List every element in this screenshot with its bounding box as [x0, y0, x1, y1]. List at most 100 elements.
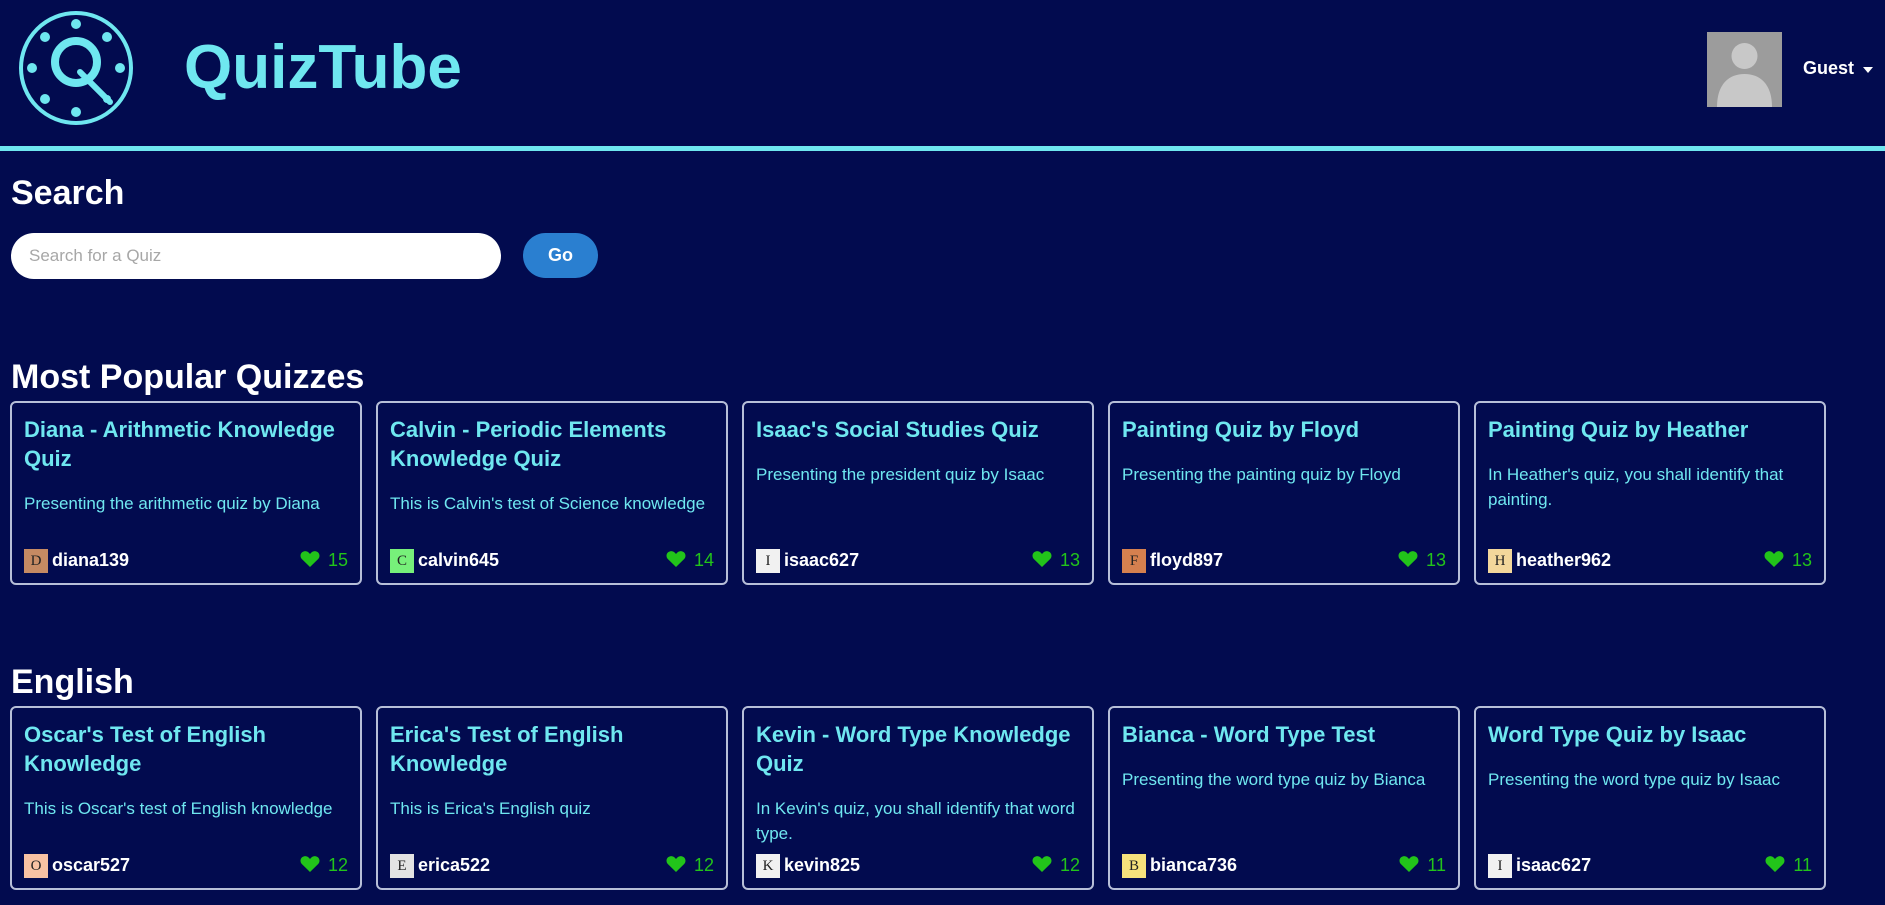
like-count[interactable]: 13	[1764, 550, 1812, 573]
quiz-card-footer: Iisaac627 13	[756, 547, 1080, 573]
quiz-card-title[interactable]: Oscar's Test of English Knowledge	[24, 720, 354, 778]
quiz-card-title[interactable]: Painting Quiz by Floyd	[1122, 415, 1452, 444]
search-title: Search	[11, 174, 125, 212]
like-count[interactable]: 13	[1398, 550, 1446, 573]
user-menu-label[interactable]: Guest	[1803, 58, 1854, 79]
quiz-card-footer: Eerica522 12	[390, 852, 714, 878]
author-avatar[interactable]: C	[390, 549, 414, 573]
quiz-card-footer: Bbianca736 11	[1122, 852, 1446, 878]
author-name[interactable]: diana139	[52, 550, 129, 571]
heart-icon[interactable]	[1764, 550, 1784, 573]
card-row-most-popular: Diana - Arithmetic Knowledge Quiz Present…	[10, 401, 1880, 586]
author-name[interactable]: bianca736	[1150, 855, 1237, 876]
author-name[interactable]: floyd897	[1150, 550, 1223, 571]
quiz-card-description: Presenting the word type quiz by Isaac	[1488, 770, 1780, 789]
quiz-card[interactable]: Kevin - Word Type Knowledge Quiz In Kevin…	[742, 706, 1094, 890]
quiz-card-footer: Ccalvin645 14	[390, 547, 714, 573]
brand-name[interactable]: QuizTube	[184, 32, 462, 103]
like-count[interactable]: 13	[1032, 550, 1080, 573]
quiz-card-description: Presenting the president quiz by Isaac	[756, 465, 1045, 484]
like-count[interactable]: 12	[300, 855, 348, 878]
caret-down-icon[interactable]	[1863, 67, 1873, 73]
heart-icon[interactable]	[300, 855, 320, 878]
quiz-card[interactable]: Isaac's Social Studies Quiz Presenting th…	[742, 401, 1094, 585]
author-avatar[interactable]: F	[1122, 549, 1146, 573]
like-count-value: 11	[1793, 855, 1812, 875]
quiz-card-description: Presenting the painting quiz by Floyd	[1122, 465, 1401, 484]
author-name[interactable]: heather962	[1516, 550, 1611, 571]
author-avatar[interactable]: I	[1488, 854, 1512, 878]
section-title-english: English	[11, 663, 134, 701]
section-title-most-popular: Most Popular Quizzes	[11, 358, 365, 396]
author-name[interactable]: isaac627	[784, 550, 859, 571]
heart-icon[interactable]	[1032, 855, 1052, 878]
like-count[interactable]: 12	[1032, 855, 1080, 878]
like-count[interactable]: 14	[666, 550, 714, 573]
author-name[interactable]: erica522	[418, 855, 490, 876]
quiz-card-footer: Iisaac627 11	[1488, 852, 1812, 878]
like-count[interactable]: 12	[666, 855, 714, 878]
heart-icon[interactable]	[666, 550, 686, 573]
quiz-card-description: This is Calvin's test of Science knowled…	[390, 494, 706, 513]
like-count[interactable]: 15	[300, 550, 348, 573]
author-avatar[interactable]: H	[1488, 549, 1512, 573]
like-count[interactable]: 11	[1399, 855, 1446, 878]
quiz-card[interactable]: Bianca - Word Type Test Presenting the wo…	[1108, 706, 1460, 890]
like-count-value: 12	[1059, 855, 1080, 875]
search-input[interactable]	[11, 233, 501, 279]
user-avatar[interactable]	[1707, 32, 1782, 107]
quiz-card[interactable]: Oscar's Test of English Knowledge This is…	[10, 706, 362, 890]
heart-icon[interactable]	[1032, 550, 1052, 573]
quiz-card-description: Presenting the word type quiz by Bianca	[1122, 770, 1426, 789]
quiz-card-description: In Heather's quiz, you shall identify th…	[1488, 465, 1784, 509]
quiz-card-description: This is Oscar's test of English knowledg…	[24, 799, 333, 818]
quiz-card-footer: Kkevin825 12	[756, 852, 1080, 878]
author-avatar[interactable]: K	[756, 854, 780, 878]
quiz-card-footer: Ooscar527 12	[24, 852, 348, 878]
quiz-card-title[interactable]: Bianca - Word Type Test	[1122, 720, 1452, 749]
like-count-value: 12	[693, 855, 714, 875]
quiz-card[interactable]: Calvin - Periodic Elements Knowledge Qui…	[376, 401, 728, 585]
quiz-card-description: In Kevin's quiz, you shall identify that…	[756, 799, 1075, 843]
author-avatar[interactable]: D	[24, 549, 48, 573]
like-count-value: 13	[1791, 550, 1812, 570]
like-count-value: 14	[693, 550, 714, 570]
like-count[interactable]: 11	[1765, 855, 1812, 878]
quiz-card-title[interactable]: Isaac's Social Studies Quiz	[756, 415, 1086, 444]
quiz-card-title[interactable]: Painting Quiz by Heather	[1488, 415, 1818, 444]
heart-icon[interactable]	[1765, 855, 1785, 878]
heart-icon[interactable]	[666, 855, 686, 878]
quiz-card-title[interactable]: Word Type Quiz by Isaac	[1488, 720, 1818, 749]
quiz-card[interactable]: Erica's Test of English Knowledge This is…	[376, 706, 728, 890]
author-name[interactable]: isaac627	[1516, 855, 1591, 876]
quiztube-logo-icon[interactable]	[18, 10, 134, 126]
quiz-card[interactable]: Painting Quiz by Floyd Presenting the pai…	[1108, 401, 1460, 585]
author-avatar[interactable]: O	[24, 854, 48, 878]
quiz-card[interactable]: Painting Quiz by Heather In Heather's qui…	[1474, 401, 1826, 585]
header-divider	[0, 146, 1885, 151]
quiz-card[interactable]: Word Type Quiz by Isaac Presenting the wo…	[1474, 706, 1826, 890]
like-count-value: 11	[1427, 855, 1446, 875]
quiz-card-title[interactable]: Calvin - Periodic Elements Knowledge Qui…	[390, 415, 720, 473]
header: QuizTube Guest	[0, 0, 1885, 145]
heart-icon[interactable]	[1399, 855, 1419, 878]
author-name[interactable]: oscar527	[52, 855, 130, 876]
author-avatar[interactable]: B	[1122, 854, 1146, 878]
card-row-english: Oscar's Test of English Knowledge This is…	[10, 706, 1880, 891]
author-name[interactable]: kevin825	[784, 855, 860, 876]
heart-icon[interactable]	[300, 550, 320, 573]
go-button[interactable]: Go	[523, 233, 598, 278]
quiz-card[interactable]: Diana - Arithmetic Knowledge Quiz Present…	[10, 401, 362, 585]
heart-icon[interactable]	[1398, 550, 1418, 573]
quiz-card-title[interactable]: Kevin - Word Type Knowledge Quiz	[756, 720, 1086, 778]
quiz-card-title[interactable]: Diana - Arithmetic Knowledge Quiz	[24, 415, 354, 473]
quiz-card-description: Presenting the arithmetic quiz by Diana	[24, 494, 320, 513]
like-count-value: 12	[327, 855, 348, 875]
quiz-card-description: This is Erica's English quiz	[390, 799, 591, 818]
quiz-card-footer: Ffloyd897 13	[1122, 547, 1446, 573]
author-avatar[interactable]: I	[756, 549, 780, 573]
author-avatar[interactable]: E	[390, 854, 414, 878]
quiz-card-title[interactable]: Erica's Test of English Knowledge	[390, 720, 720, 778]
quiz-card-footer: Hheather962 13	[1488, 547, 1812, 573]
author-name[interactable]: calvin645	[418, 550, 499, 571]
